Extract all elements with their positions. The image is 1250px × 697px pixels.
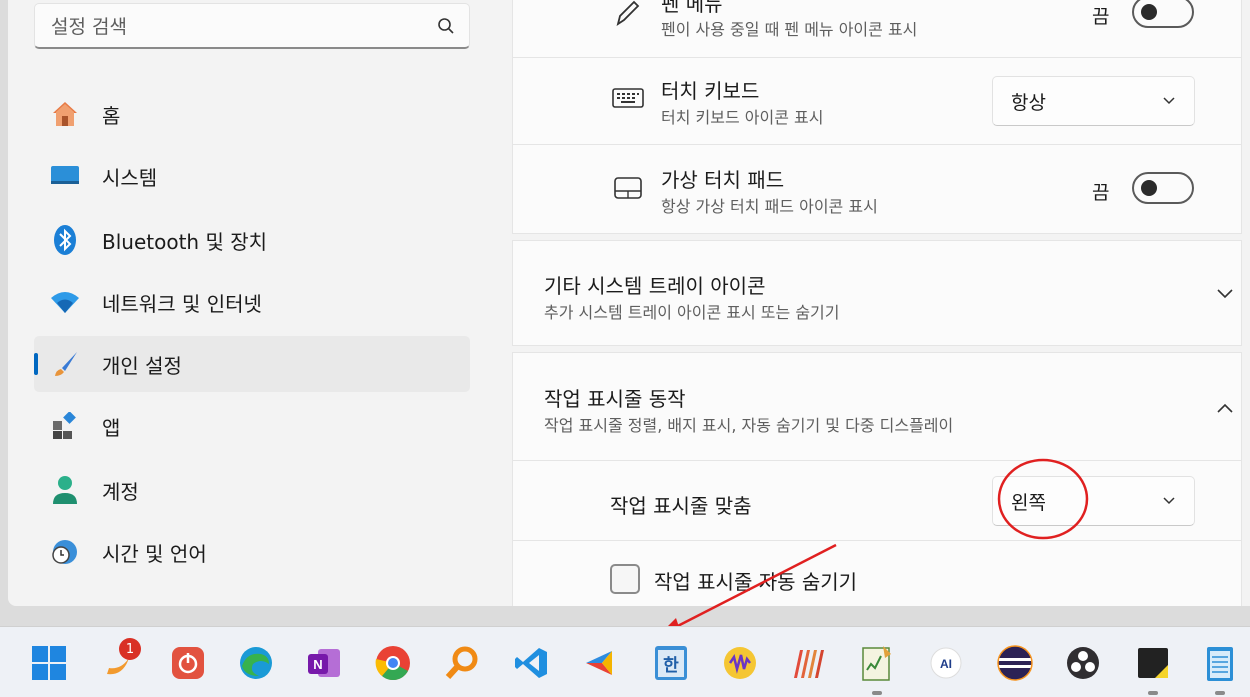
- sidebar-item-label: 시간 및 언어: [102, 541, 207, 566]
- person-icon: [48, 473, 82, 507]
- touch-keyboard-dropdown[interactable]: 항상: [992, 76, 1195, 126]
- sidebar-item-time-language[interactable]: 시간 및 언어: [34, 524, 470, 580]
- search-magnifier-icon[interactable]: [442, 643, 482, 683]
- running-indicator: [1148, 691, 1158, 695]
- touch-keyboard-title: 터치 키보드: [661, 79, 760, 103]
- chevron-up-icon[interactable]: [1216, 402, 1234, 414]
- sidebar-item-personalization[interactable]: 개인 설정: [34, 336, 470, 392]
- chevron-down-icon: [1217, 289, 1233, 299]
- auto-hide-checkbox[interactable]: [610, 564, 640, 594]
- notes-icon[interactable]: [1200, 643, 1240, 683]
- taskbar-behaviors-subtitle: 작업 표시줄 정렬, 배지 표시, 자동 숨기기 및 다중 디스플레이: [544, 416, 954, 435]
- running-indicator: [872, 691, 882, 695]
- pen-icon: [616, 0, 640, 27]
- sidebar-item-label: 네트워크 및 인터넷: [102, 291, 262, 316]
- sidebar-item-label: 시스템: [102, 165, 158, 190]
- notepad-icon[interactable]: [857, 643, 897, 683]
- wifi-icon: [48, 285, 82, 319]
- chrome-icon[interactable]: [373, 643, 413, 683]
- sidebar-item-accounts[interactable]: 계정: [34, 462, 470, 518]
- pen-menu-toggle-state: 끔: [1092, 6, 1110, 28]
- virtual-touchpad-subtitle: 항상 가상 터치 패드 아이콘 표시: [661, 197, 878, 216]
- divider: [512, 540, 1242, 541]
- divider: [512, 460, 1242, 461]
- selection-indicator: [34, 353, 38, 375]
- obs-icon[interactable]: [1063, 643, 1103, 683]
- stripes-app-icon[interactable]: [789, 643, 829, 683]
- search-input[interactable]: 설정 검색: [51, 12, 437, 39]
- start-icon[interactable]: [29, 643, 69, 683]
- other-tray-title: 기타 시스템 트레이 아이콘: [544, 274, 766, 298]
- globe-clock-icon: [48, 535, 82, 569]
- dropdown-value: 왼쪽: [1011, 491, 1046, 514]
- sidebar-item-label: 홈: [102, 103, 121, 128]
- running-indicator: [1215, 691, 1225, 695]
- onenote-icon[interactable]: N: [304, 643, 344, 683]
- taskbar: 1 N 한 AI: [0, 626, 1250, 697]
- edge-icon[interactable]: [236, 643, 276, 683]
- bluetooth-icon: [48, 223, 82, 257]
- eclipse-icon[interactable]: [995, 643, 1035, 683]
- virtual-touchpad-toggle[interactable]: [1132, 172, 1194, 204]
- sidebar-item-bluetooth[interactable]: Bluetooth 및 장치: [34, 212, 470, 268]
- settings-search-box[interactable]: 설정 검색: [34, 3, 470, 49]
- brush-icon: [48, 347, 82, 381]
- pen-menu-title: 펜 메뉴: [661, 0, 723, 16]
- divider: [512, 144, 1242, 145]
- pen-menu-subtitle: 펜이 사용 중일 때 펜 메뉴 아이콘 표시: [661, 20, 918, 39]
- sidebar-item-apps[interactable]: 앱: [34, 398, 470, 454]
- svg-text:AI: AI: [940, 657, 952, 671]
- taskbar-behaviors-title: 작업 표시줄 동작: [544, 387, 686, 411]
- sidebar-item-system[interactable]: 시스템: [34, 148, 470, 204]
- auto-hide-label: 작업 표시줄 자동 숨기기: [654, 570, 858, 594]
- vscode-icon[interactable]: [511, 643, 551, 683]
- sidebar-item-label: 앱: [102, 415, 121, 440]
- home-icon: [48, 97, 82, 131]
- chevron-down-icon: [1163, 497, 1175, 505]
- hangul-icon[interactable]: 한: [651, 643, 691, 683]
- keyboard-icon: [612, 88, 644, 108]
- apps-icon: [48, 409, 82, 443]
- settings-window: 설정 검색 홈 시스템 Bluetooth 및 장치 네트워크 및 인터넷 개인…: [8, 0, 1250, 606]
- monitor-icon: [48, 159, 82, 193]
- search-icon: [438, 17, 454, 34]
- chevron-down-icon: [1163, 97, 1175, 105]
- dropdown-value: 항상: [1011, 91, 1046, 114]
- pen-menu-toggle[interactable]: [1132, 0, 1194, 28]
- arrow-app-icon[interactable]: [580, 643, 620, 683]
- svg-text:N: N: [313, 657, 322, 672]
- virtual-touchpad-toggle-state: 끔: [1092, 182, 1110, 204]
- sticky-notes-icon[interactable]: [1133, 643, 1173, 683]
- audio-app-icon[interactable]: [720, 643, 760, 683]
- touch-keyboard-subtitle: 터치 키보드 아이콘 표시: [661, 108, 824, 127]
- divider: [512, 57, 1242, 58]
- notification-badge: 1: [119, 638, 141, 660]
- sidebar-item-label: 개인 설정: [102, 353, 182, 378]
- svg-text:한: 한: [663, 656, 679, 676]
- sidebar-item-home[interactable]: 홈: [34, 86, 470, 142]
- sidebar-item-label: 계정: [102, 479, 139, 504]
- sidebar-item-label: Bluetooth 및 장치: [102, 229, 268, 254]
- power-app-icon[interactable]: [168, 643, 208, 683]
- ai-app-icon[interactable]: AI: [926, 643, 966, 683]
- sidebar-item-network[interactable]: 네트워크 및 인터넷: [34, 274, 470, 330]
- taskbar-alignment-label: 작업 표시줄 맞춤: [610, 494, 752, 518]
- other-tray-subtitle: 추가 시스템 트레이 아이콘 표시 또는 숨기기: [544, 303, 840, 322]
- touchpad-icon: [614, 177, 642, 199]
- taskbar-alignment-dropdown[interactable]: 왼쪽: [992, 476, 1195, 526]
- virtual-touchpad-title: 가상 터치 패드: [661, 168, 785, 192]
